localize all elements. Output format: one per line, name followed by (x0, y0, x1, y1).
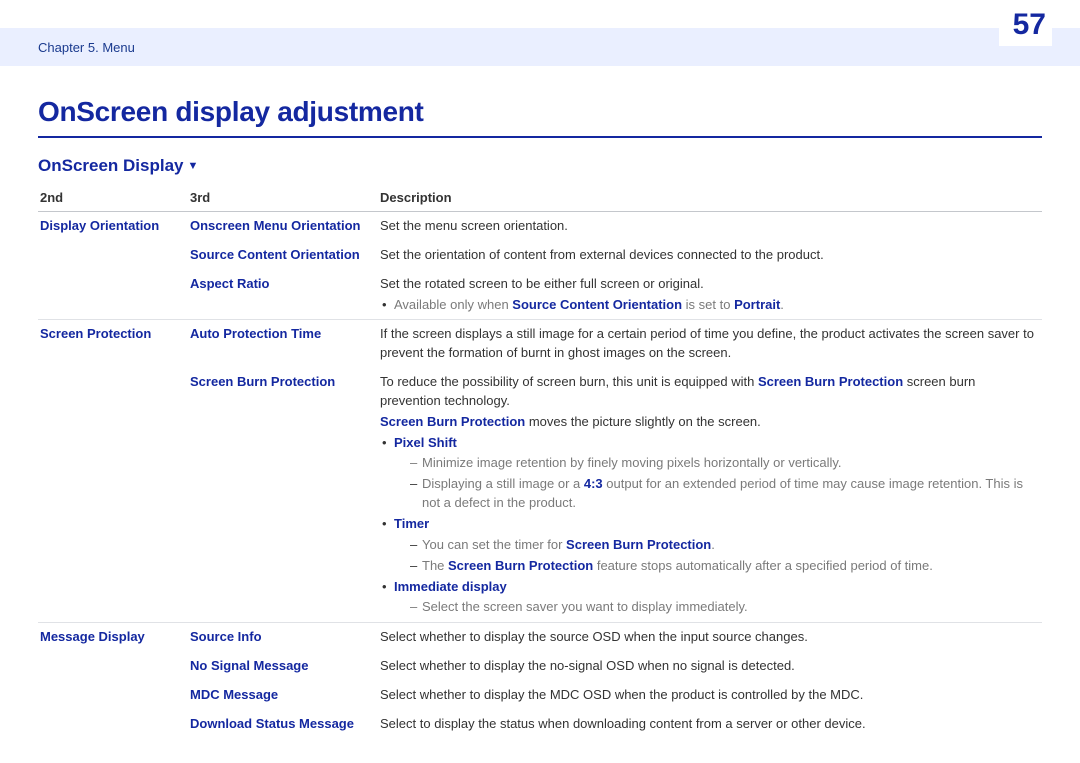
table-row: Message Display Source Info Select wheth… (38, 623, 1042, 652)
cell-desc: Select to display the status when downlo… (380, 716, 866, 731)
cell-3rd: Onscreen Menu Orientation (190, 218, 360, 233)
cell-desc: Select whether to display the source OSD… (380, 629, 808, 644)
table-row: Source Content Orientation Set the orien… (38, 241, 1042, 270)
text: To reduce the possibility of screen burn… (380, 374, 758, 389)
cell-3rd: MDC Message (190, 687, 278, 702)
cell-3rd: Download Status Message (190, 716, 354, 731)
inline-link: Screen Burn Protection (448, 558, 593, 573)
sub-item: Select the screen saver you want to disp… (394, 598, 1036, 617)
section-title: OnScreen Display ▼ (38, 156, 1042, 176)
sub-item: You can set the timer for Screen Burn Pr… (394, 536, 1036, 555)
sub-item: The Screen Burn Protection feature stops… (394, 557, 1036, 576)
page-content: OnScreen display adjustment OnScreen Dis… (38, 96, 1042, 739)
table-row: Download Status Message Select to displa… (38, 710, 1042, 739)
cell-3rd: Screen Burn Protection (190, 374, 335, 389)
cell-desc: If the screen displays a still image for… (380, 326, 1034, 360)
text: feature stops automatically after a spec… (593, 558, 933, 573)
cell-3rd: Aspect Ratio (190, 276, 269, 291)
text: The (422, 558, 448, 573)
note-item: Available only when Source Content Orien… (380, 296, 1036, 315)
th-desc: Description (378, 184, 1042, 212)
bullet-item: Pixel Shift Minimize image retention by … (380, 434, 1036, 513)
triangle-down-icon: ▼ (188, 160, 199, 172)
table-row: Screen Protection Auto Protection Time I… (38, 320, 1042, 368)
text: moves the picture slightly on the screen… (525, 414, 761, 429)
th-2nd: 2nd (38, 184, 188, 212)
note-text: . (780, 297, 784, 312)
inline-link: 4:3 (584, 476, 603, 491)
cell-2nd: Screen Protection (40, 326, 151, 341)
bullet-label: Immediate display (394, 579, 507, 594)
desc-paragraph: To reduce the possibility of screen burn… (380, 373, 1036, 411)
breadcrumb: Chapter 5. Menu (38, 40, 135, 55)
cell-2nd: Display Orientation (40, 218, 159, 233)
table-header-row: 2nd 3rd Description (38, 184, 1042, 212)
note-text: Available only when (394, 297, 512, 312)
cell-3rd: Source Content Orientation (190, 247, 360, 262)
page-title: OnScreen display adjustment (38, 96, 1042, 138)
cell-3rd: No Signal Message (190, 658, 308, 673)
text: Displaying a still image or a (422, 476, 584, 491)
inline-link: Screen Burn Protection (566, 537, 711, 552)
cell-3rd: Source Info (190, 629, 262, 644)
cell-desc: Set the rotated screen to be either full… (380, 275, 1036, 294)
bullet-item: Timer You can set the timer for Screen B… (380, 515, 1036, 576)
cell-2nd: Message Display (40, 629, 145, 644)
text: . (711, 537, 715, 552)
inline-link: Screen Burn Protection (758, 374, 903, 389)
table-row: Aspect Ratio Set the rotated screen to b… (38, 270, 1042, 320)
table-row: Display Orientation Onscreen Menu Orient… (38, 212, 1042, 241)
bullet-item: Immediate display Select the screen save… (380, 578, 1036, 618)
desc-paragraph: Screen Burn Protection moves the picture… (380, 413, 1036, 432)
table-row: Screen Burn Protection To reduce the pos… (38, 368, 1042, 623)
table-row: MDC Message Select whether to display th… (38, 681, 1042, 710)
text: You can set the timer for (422, 537, 566, 552)
note-text: is set to (682, 297, 734, 312)
note-link: Portrait (734, 297, 780, 312)
table-row: No Signal Message Select whether to disp… (38, 652, 1042, 681)
sub-item: Minimize image retention by finely movin… (394, 454, 1036, 473)
cell-desc: Set the menu screen orientation. (380, 218, 568, 233)
cell-desc: Set the orientation of content from exte… (380, 247, 824, 262)
th-3rd: 3rd (188, 184, 378, 212)
inline-link: Screen Burn Protection (380, 414, 525, 429)
note-link: Source Content Orientation (512, 297, 682, 312)
cell-desc: Select whether to display the MDC OSD wh… (380, 687, 863, 702)
section-title-text: OnScreen Display (38, 156, 184, 176)
cell-3rd: Auto Protection Time (190, 326, 321, 341)
menu-table: 2nd 3rd Description Display Orientation … (38, 184, 1042, 739)
page-number: 57 (999, 8, 1052, 46)
cell-desc: Select whether to display the no-signal … (380, 658, 795, 673)
header-band: Chapter 5. Menu (0, 28, 1080, 66)
bullet-label: Pixel Shift (394, 435, 457, 450)
sub-item: Displaying a still image or a 4:3 output… (394, 475, 1036, 513)
bullet-label: Timer (394, 516, 429, 531)
